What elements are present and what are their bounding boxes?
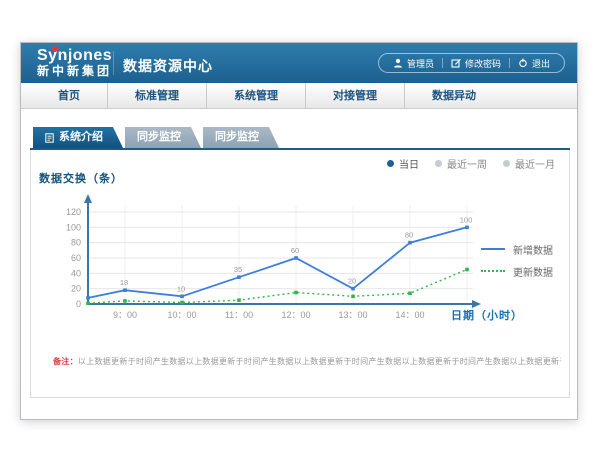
- legend-item-new-data[interactable]: 新增数据: [481, 238, 553, 260]
- tab-label: 系统介绍: [59, 127, 103, 148]
- user-icon: [393, 58, 403, 68]
- radio-label: 最近一月: [515, 156, 555, 171]
- legend-label: 新增数据: [513, 242, 553, 257]
- header-divider: [113, 51, 114, 75]
- radio-last-week[interactable]: 最近一周: [435, 156, 487, 171]
- y-axis-title: 数据交换（条）: [39, 170, 123, 186]
- logo-text: Synjones: [37, 47, 112, 64]
- dotted-line-swatch-icon: [481, 270, 505, 272]
- time-range-filter: 当日 最近一周 最近一月: [387, 156, 555, 171]
- footnote-prefix: 备注：: [53, 357, 78, 366]
- app-window: Synjones 新中新集团 数据资源中心 管理员: [20, 42, 578, 420]
- tab-sync-monitor-1[interactable]: 同步监控: [125, 127, 201, 148]
- logout-button[interactable]: 退出: [510, 57, 558, 70]
- nav-item-system-management[interactable]: 系统管理: [206, 83, 305, 109]
- user-toolbar: 管理员 修改密码 退出: [378, 53, 565, 73]
- svg-text:100: 100: [66, 222, 81, 232]
- tab-sync-monitor-2[interactable]: 同步监控: [203, 127, 279, 148]
- svg-text:80: 80: [405, 231, 413, 240]
- svg-text:日期（小时）: 日期（小时）: [451, 308, 523, 322]
- radio-today[interactable]: 当日: [387, 156, 419, 171]
- svg-text:60: 60: [291, 246, 299, 255]
- svg-text:11：00: 11：00: [225, 310, 253, 320]
- radio-dot-icon: [387, 160, 394, 167]
- svg-text:10: 10: [177, 284, 185, 293]
- footnote-text: 以上数据更新于时间产生数据以上数据更新于时间产生数据以上数据更新于时间产生数据以…: [78, 357, 561, 366]
- brand-logo[interactable]: Synjones 新中新集团: [37, 47, 112, 79]
- legend-item-updated-data[interactable]: 更新数据: [481, 260, 553, 282]
- svg-text:120: 120: [66, 207, 81, 217]
- svg-text:35: 35: [234, 265, 242, 274]
- svg-text:80: 80: [71, 238, 81, 248]
- radio-label: 最近一周: [447, 156, 487, 171]
- radio-last-month[interactable]: 最近一月: [503, 156, 555, 171]
- nav-item-standard-management[interactable]: 标准管理: [107, 83, 206, 109]
- svg-text:60: 60: [71, 253, 81, 263]
- app-header: Synjones 新中新集团 数据资源中心 管理员: [21, 43, 577, 83]
- change-password-label: 修改密码: [465, 57, 501, 70]
- user-label: 管理员: [407, 57, 434, 70]
- svg-text:100: 100: [460, 215, 473, 224]
- tab-bar: 系统介绍 同步监控 同步监控: [33, 127, 577, 148]
- tab-system-intro[interactable]: 系统介绍: [33, 127, 123, 148]
- radio-label: 当日: [399, 156, 419, 171]
- svg-text:20: 20: [348, 277, 356, 286]
- chart-legend: 新增数据 更新数据: [481, 238, 553, 282]
- nav-item-home[interactable]: 首页: [31, 83, 107, 109]
- main-nav: 首页 标准管理 系统管理 对接管理 数据异动: [21, 83, 577, 109]
- document-icon: [45, 133, 54, 143]
- tab-label: 同步监控: [215, 127, 259, 148]
- app-title: 数据资源中心: [123, 56, 213, 76]
- logo-subtext: 新中新集团: [37, 64, 112, 79]
- svg-text:20: 20: [71, 284, 81, 294]
- svg-text:40: 40: [71, 268, 81, 278]
- svg-text:0: 0: [76, 299, 81, 309]
- svg-text:10：00: 10：00: [167, 310, 196, 320]
- tab-label: 同步监控: [137, 127, 181, 148]
- svg-text:12：00: 12：00: [281, 310, 310, 320]
- svg-text:18: 18: [120, 278, 128, 287]
- logout-label: 退出: [532, 57, 550, 70]
- legend-label: 更新数据: [513, 264, 553, 279]
- change-password-button[interactable]: 修改密码: [443, 57, 509, 70]
- nav-item-integration-management[interactable]: 对接管理: [305, 83, 404, 109]
- footnote: 备注：以上数据更新于时间产生数据以上数据更新于时间产生数据以上数据更新于时间产生…: [53, 356, 561, 367]
- solid-line-swatch-icon: [481, 248, 505, 250]
- user-menu[interactable]: 管理员: [385, 57, 442, 70]
- page-background: Synjones 新中新集团 数据资源中心 管理员: [0, 0, 600, 450]
- nav-item-data-changes[interactable]: 数据异动: [404, 83, 503, 109]
- radio-dot-icon: [503, 160, 510, 167]
- edit-icon: [451, 58, 461, 68]
- power-icon: [518, 58, 528, 68]
- svg-text:14：00: 14：00: [395, 310, 424, 320]
- svg-text:13：00: 13：00: [338, 310, 367, 320]
- content-panel: 当日 最近一周 最近一月 数据交换（条） 0 20 40 60 80 100 120 9：00…: [30, 150, 570, 398]
- svg-text:9：00: 9：00: [113, 310, 137, 320]
- radio-dot-icon: [435, 160, 442, 167]
